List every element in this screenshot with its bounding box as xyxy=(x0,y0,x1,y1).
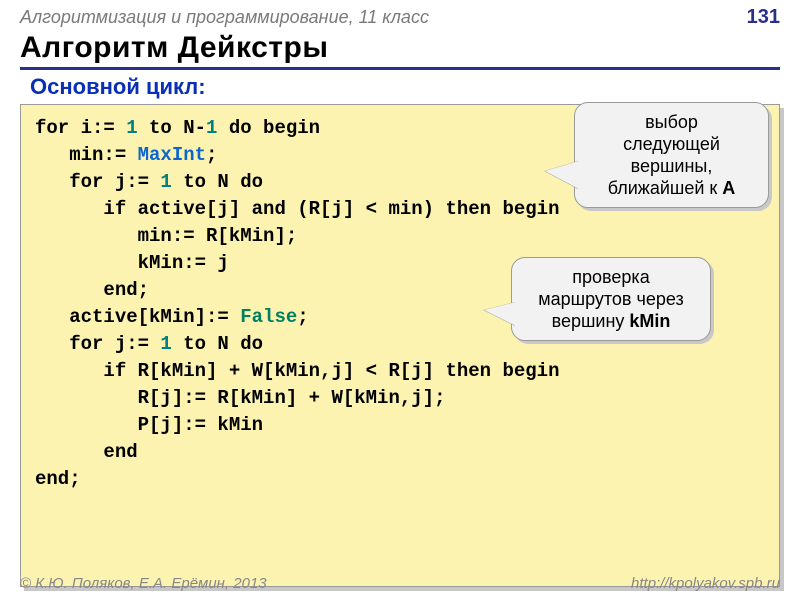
header-bar: Алгоритмизация и программирование, 11 кл… xyxy=(0,0,800,31)
section-heading: Основной цикл: xyxy=(30,74,780,100)
callout-pointer-icon xyxy=(484,302,516,326)
callout-pointer-icon xyxy=(545,161,579,189)
authors: © К.Ю. Поляков, Е.А. Ерёмин, 2013 xyxy=(20,575,267,592)
slide-title: Алгоритм Дейкстры xyxy=(20,31,780,70)
code-block: for i:= 1 to N-1 do begin min:= MaxInt; … xyxy=(20,104,780,587)
page-number: 131 xyxy=(747,6,780,29)
callout-route-check: проверка маршрутов через вершину kMin xyxy=(511,257,711,341)
course-title: Алгоритмизация и программирование, 11 кл… xyxy=(20,7,429,28)
callout-vertex-choice: выбор следующей вершины, ближайшей к A xyxy=(574,102,769,208)
footer: © К.Ю. Поляков, Е.А. Ерёмин, 2013 http:/… xyxy=(20,575,780,592)
source-url: http://kpolyakov.spb.ru xyxy=(631,575,780,592)
